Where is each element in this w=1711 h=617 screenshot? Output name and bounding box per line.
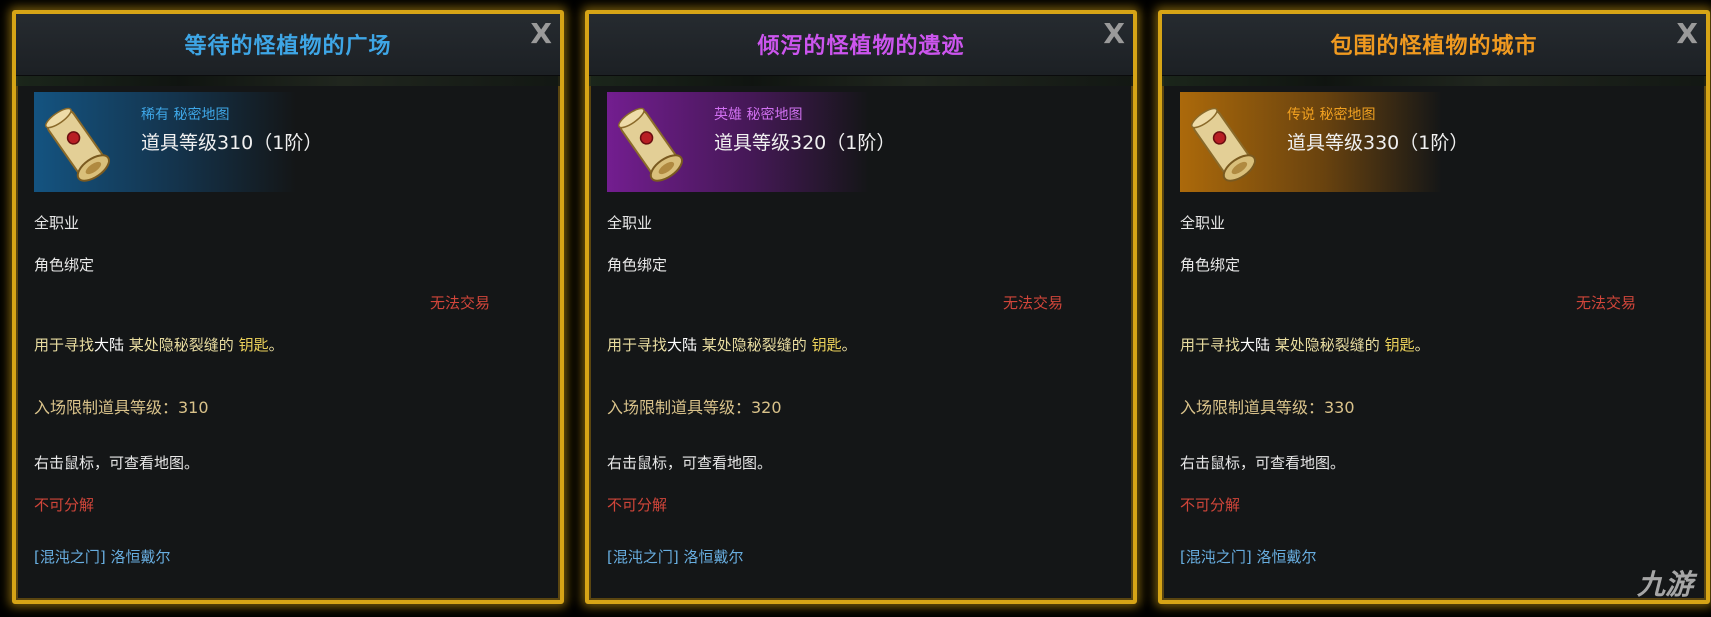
scroll-map-icon bbox=[45, 107, 111, 182]
watermark-logo: 九游 bbox=[1636, 569, 1693, 600]
decorative-border bbox=[589, 76, 1133, 86]
desc-suffix: 某处隐秘裂缝的 bbox=[697, 336, 812, 354]
bind-type: 角色绑定 bbox=[34, 256, 95, 274]
desc-continent: 大陆 bbox=[1240, 336, 1271, 354]
scroll-map-icon bbox=[1191, 107, 1257, 182]
trade-status: 无法交易 bbox=[1002, 294, 1063, 312]
class-restriction: 全职业 bbox=[34, 214, 80, 232]
desc-continent: 大陆 bbox=[667, 336, 698, 354]
item-description: 用于寻找大陆 某处隐秘裂缝的 钥匙。 bbox=[1180, 334, 1430, 355]
close-icon[interactable]: X bbox=[1103, 20, 1125, 48]
desc-prefix: 用于寻找 bbox=[607, 336, 668, 354]
trade-status: 无法交易 bbox=[429, 294, 490, 312]
location-link[interactable]: [混沌之门] 洛恒戴尔 bbox=[34, 546, 170, 567]
item-title: 包围的怪植物的城市 bbox=[1330, 34, 1538, 59]
bind-type: 角色绑定 bbox=[607, 256, 668, 274]
item-tooltip-rare: 等待的怪植物的广场 X 稀有 秘密地图 道具等级310（1阶） 全职业 角色绑定… bbox=[12, 10, 564, 604]
disassemble-status: 不可分解 bbox=[1180, 496, 1241, 514]
desc-end: 。 bbox=[1414, 336, 1430, 354]
desc-suffix: 某处隐秘裂缝的 bbox=[1270, 336, 1385, 354]
usage-hint: 右击鼠标，可查看地图。 bbox=[34, 454, 200, 472]
entry-level-requirement: 入场限制道具等级：320 bbox=[607, 398, 782, 417]
trade-status: 无法交易 bbox=[1575, 294, 1636, 312]
tooltip-title-bar: 倾泻的怪植物的遗迹 X bbox=[589, 14, 1133, 76]
disassemble-status: 不可分解 bbox=[34, 496, 95, 514]
item-title: 等待的怪植物的广场 bbox=[184, 34, 392, 59]
class-restriction: 全职业 bbox=[607, 214, 653, 232]
class-restriction: 全职业 bbox=[1180, 214, 1226, 232]
desc-prefix: 用于寻找 bbox=[34, 336, 95, 354]
disassemble-status: 不可分解 bbox=[607, 496, 668, 514]
desc-suffix: 某处隐秘裂缝的 bbox=[124, 336, 239, 354]
close-icon[interactable]: X bbox=[1676, 20, 1698, 48]
item-level: 道具等级310（1阶） bbox=[141, 132, 323, 154]
desc-end: 。 bbox=[268, 336, 284, 354]
desc-key: 钥匙 bbox=[1384, 336, 1415, 354]
tooltip-title-bar: 等待的怪植物的广场 X bbox=[16, 14, 560, 76]
item-tooltip-hero: 倾泻的怪植物的遗迹 X 英雄 秘密地图 道具等级320（1阶） 全职业 角色绑定… bbox=[585, 10, 1137, 604]
decorative-border bbox=[16, 76, 560, 86]
bind-type: 角色绑定 bbox=[1180, 256, 1241, 274]
rarity-label: 英雄 秘密地图 bbox=[714, 107, 803, 123]
item-level: 道具等级320（1阶） bbox=[714, 132, 896, 154]
desc-key: 钥匙 bbox=[238, 336, 269, 354]
decorative-border bbox=[1162, 76, 1706, 86]
usage-hint: 右击鼠标，可查看地图。 bbox=[607, 454, 773, 472]
tooltip-title-bar: 包围的怪植物的城市 X bbox=[1162, 14, 1706, 76]
entry-level-requirement: 入场限制道具等级：330 bbox=[1180, 398, 1355, 417]
location-link[interactable]: [混沌之门] 洛恒戴尔 bbox=[1180, 546, 1316, 567]
rarity-label: 稀有 秘密地图 bbox=[141, 107, 230, 123]
usage-hint: 右击鼠标，可查看地图。 bbox=[1180, 454, 1346, 472]
item-description: 用于寻找大陆 某处隐秘裂缝的 钥匙。 bbox=[607, 334, 857, 355]
item-tooltip-legendary: 包围的怪植物的城市 X 传说 秘密地图 道具等级330（1阶） 全职业 角色绑定… bbox=[1158, 10, 1710, 604]
item-level: 道具等级330（1阶） bbox=[1287, 132, 1469, 154]
desc-prefix: 用于寻找 bbox=[1180, 336, 1241, 354]
desc-key: 钥匙 bbox=[811, 336, 842, 354]
desc-continent: 大陆 bbox=[94, 336, 125, 354]
item-description: 用于寻找大陆 某处隐秘裂缝的 钥匙。 bbox=[34, 334, 284, 355]
entry-level-requirement: 入场限制道具等级：310 bbox=[34, 398, 209, 417]
close-icon[interactable]: X bbox=[530, 20, 552, 48]
item-title: 倾泻的怪植物的遗迹 bbox=[757, 34, 965, 59]
scroll-map-icon bbox=[618, 107, 684, 182]
desc-end: 。 bbox=[841, 336, 857, 354]
location-link[interactable]: [混沌之门] 洛恒戴尔 bbox=[607, 546, 743, 567]
rarity-label: 传说 秘密地图 bbox=[1287, 107, 1376, 123]
